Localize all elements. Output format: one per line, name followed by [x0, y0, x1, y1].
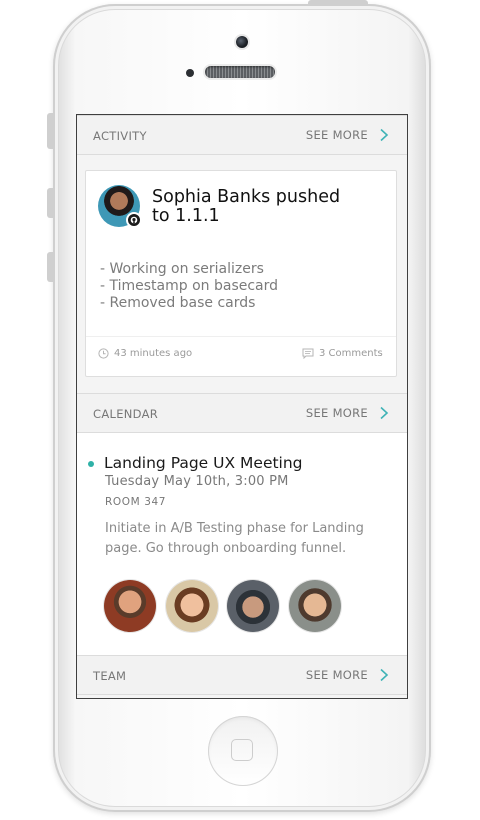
list-item: - Removed base cards [100, 295, 256, 311]
attendee-avatar[interactable] [227, 580, 279, 632]
timestamp-label: 43 minutes ago [114, 348, 193, 359]
comment-icon [302, 348, 314, 359]
clock-icon [98, 348, 109, 359]
team-see-more-button[interactable]: SEE MORE [306, 664, 391, 686]
home-square-icon [231, 739, 253, 761]
chevron-right-icon [380, 128, 389, 142]
team-header: TEAM SEE MORE [77, 655, 407, 695]
home-button[interactable] [208, 716, 278, 786]
activity-see-more-button[interactable]: SEE MORE [306, 124, 391, 146]
event-room: ROOM 347 [105, 496, 167, 508]
event-datetime: Tuesday May 10th, 3:00 PM [105, 474, 289, 489]
earpiece-speaker [205, 66, 275, 78]
see-more-label: SEE MORE [305, 668, 368, 682]
power-button [308, 0, 368, 6]
volume-down-button [47, 252, 54, 282]
activity-card-title: Sophia Banks pushed to 1.1.1 [152, 187, 341, 226]
attendee-avatar[interactable] [104, 580, 156, 632]
calendar-header: CALENDAR SEE MORE [77, 393, 407, 433]
app-screen: ACTIVITY SEE MORE Sophia Banks pushed to… [77, 115, 407, 698]
attendee-avatar[interactable] [289, 580, 341, 632]
team-title: TEAM [93, 669, 127, 683]
github-icon [126, 212, 142, 228]
see-more-label: SEE MORE [305, 406, 368, 420]
attendee-avatar[interactable] [166, 580, 218, 632]
event-status-dot [88, 461, 94, 467]
list-item: - Working on serializers [100, 261, 264, 277]
activity-header: ACTIVITY SEE MORE [77, 115, 407, 155]
calendar-title: CALENDAR [93, 407, 159, 421]
mute-switch [47, 113, 54, 149]
activity-card[interactable]: Sophia Banks pushed to 1.1.1 - Working o… [85, 170, 397, 377]
proximity-sensor [186, 69, 194, 77]
see-more-label: SEE MORE [305, 128, 368, 142]
activity-title: ACTIVITY [93, 129, 147, 143]
comments-label: 3 Comments [319, 348, 383, 359]
volume-up-button [47, 188, 54, 218]
commit-list: - Working on serializers - Timestamp on … [100, 261, 278, 312]
front-camera [236, 36, 248, 48]
event-description: Initiate in A/B Testing phase for Landin… [105, 521, 364, 556]
event-title: Landing Page UX Meeting [104, 454, 303, 472]
chevron-right-icon [380, 668, 389, 682]
comments-link[interactable]: 3 Comments [302, 348, 383, 359]
chevron-right-icon [380, 406, 389, 420]
card-divider [86, 336, 396, 337]
calendar-see-more-button[interactable]: SEE MORE [306, 402, 391, 424]
list-item: - Timestamp on basecard [100, 278, 279, 294]
timestamp: 43 minutes ago [98, 348, 192, 359]
